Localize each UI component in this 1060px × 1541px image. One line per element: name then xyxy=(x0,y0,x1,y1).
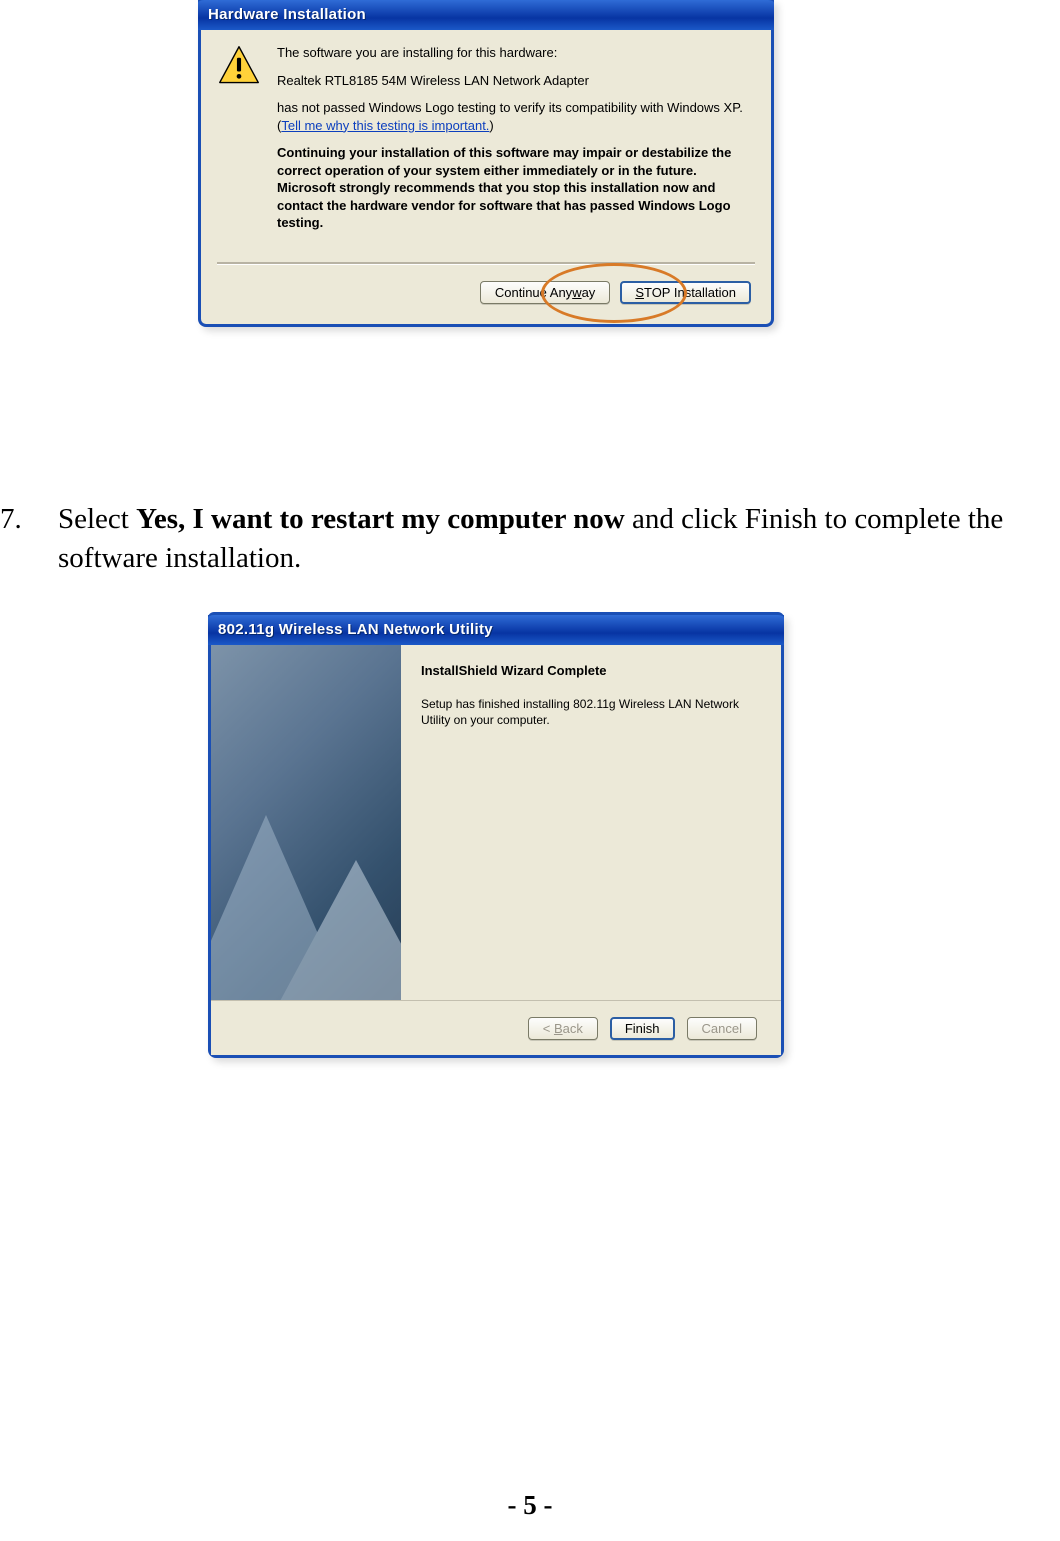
wizard-button-bar: < Back Finish Cancel xyxy=(211,1000,781,1055)
page-number: - 5 - xyxy=(0,1490,1060,1521)
document-page: Hardware Installation The software you a… xyxy=(0,0,1060,1541)
dialog-body: The software you are installing for this… xyxy=(201,30,771,248)
btn-accel: S xyxy=(635,285,644,300)
intro-text: The software you are installing for this… xyxy=(277,44,755,62)
dialog-title: 802.11g Wireless LAN Network Utility xyxy=(208,612,784,645)
warning-paragraph: Continuing your installation of this sof… xyxy=(277,144,755,232)
btn-text: < xyxy=(543,1021,554,1036)
dialog-button-bar: Continue Anyway STOP Installation xyxy=(201,265,771,324)
btn-text: Continue Any xyxy=(495,285,572,300)
finish-button[interactable]: Finish xyxy=(610,1017,675,1040)
wizard-content: InstallShield Wizard Complete Setup has … xyxy=(401,645,781,1033)
text-segment: Select xyxy=(58,503,136,535)
wizard-sidebar-graphic xyxy=(211,645,401,1015)
wizard-complete-dialog: 802.11g Wireless LAN Network Utility Ins… xyxy=(208,615,784,1058)
back-button: < Back xyxy=(528,1017,598,1040)
dialog-title: Hardware Installation xyxy=(198,0,774,30)
btn-text: ack xyxy=(563,1021,583,1036)
btn-text: ay xyxy=(582,285,596,300)
continue-anyway-button[interactable]: Continue Anyway xyxy=(480,281,610,304)
restart-option-name: Yes, I want to restart my computer now xyxy=(136,503,625,535)
step-text: Select Yes, I want to restart my compute… xyxy=(58,500,1060,578)
dialog-inner: InstallShield Wizard Complete Setup has … xyxy=(211,645,781,1055)
cancel-button: Cancel xyxy=(687,1017,757,1040)
logo-test-text: has not passed Windows Logo testing to v… xyxy=(277,99,755,134)
hardware-installation-dialog: Hardware Installation The software you a… xyxy=(198,0,774,327)
step-number: 7. xyxy=(0,500,58,578)
warning-icon xyxy=(217,44,261,88)
wizard-heading: InstallShield Wizard Complete xyxy=(421,663,761,678)
dialog-text: The software you are installing for this… xyxy=(277,44,755,242)
device-name: Realtek RTL8185 54M Wireless LAN Network… xyxy=(277,72,755,90)
wizard-body-text: Setup has finished installing 802.11g Wi… xyxy=(421,696,761,728)
btn-accel: B xyxy=(554,1021,563,1036)
text-segment: ) xyxy=(489,118,493,133)
btn-text: TOP Installation xyxy=(644,285,736,300)
step-instruction: 7. Select Yes, I want to restart my comp… xyxy=(0,500,1060,578)
why-testing-link[interactable]: Tell me why this testing is important. xyxy=(281,118,489,133)
stop-installation-button[interactable]: STOP Installation xyxy=(620,281,751,304)
btn-accel: w xyxy=(572,285,581,300)
